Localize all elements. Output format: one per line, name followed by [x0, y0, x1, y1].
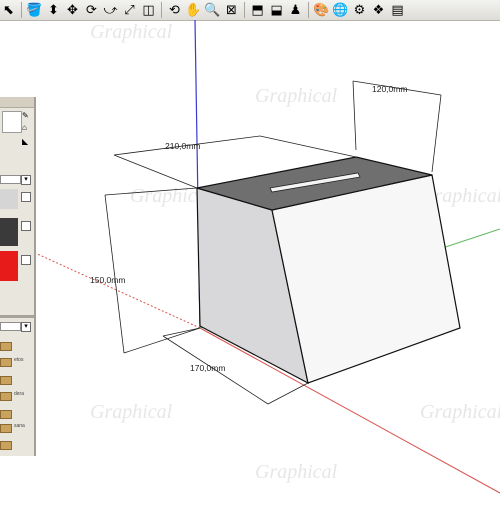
collection-dropdown[interactable]	[0, 322, 21, 331]
dimension-label-width-top: 210,0mm	[165, 141, 200, 151]
main-toolbar: ⬉ 🪣 ⬍ ✥ ⟳ ⤻ ⤢ ◫ ⟲ ✋ 🔍 ⊠ ⬒ ⬓ ♟ 🎨 🌐 ⚙ ❖ ▤	[0, 0, 500, 21]
folder-icon	[0, 358, 12, 367]
folder-icon	[0, 424, 12, 433]
toolbar-separator	[244, 2, 245, 18]
dimension-label-height: 150,0mm	[90, 275, 125, 285]
zoom-tool[interactable]: 🔍	[204, 2, 221, 19]
box-model[interactable]	[196, 156, 461, 385]
scale-tool[interactable]: ⤢	[121, 2, 138, 19]
get-models-tool[interactable]: ⬒	[249, 2, 266, 19]
toolbar-separator	[161, 2, 162, 18]
select-tool[interactable]: ⬉	[0, 2, 17, 19]
pan-tool[interactable]: ✋	[185, 2, 202, 19]
swatch-red[interactable]	[0, 251, 18, 281]
extension-tool[interactable]: ❖	[370, 2, 387, 19]
material-folder[interactable]	[0, 408, 34, 422]
material-folder-label: etos	[14, 357, 24, 363]
material-folder[interactable]	[0, 374, 34, 388]
materials-panel[interactable]: ✎ ⌂ ◣ ▾ ▾ etos dera sana	[0, 97, 36, 456]
material-folder[interactable]: dera	[0, 390, 34, 404]
watermark-text: Graphical	[90, 401, 173, 423]
material-folder[interactable]: sana	[0, 422, 34, 436]
rotate-tool[interactable]: ⟳	[83, 2, 100, 19]
checkbox[interactable]	[21, 192, 31, 202]
checkbox[interactable]: ▾	[21, 322, 31, 332]
offset-tool[interactable]: ◫	[140, 2, 157, 19]
checkbox[interactable]: ▾	[21, 175, 31, 185]
material-folder[interactable]	[0, 340, 34, 354]
zoom-extents-tool[interactable]: ⊠	[223, 2, 240, 19]
dimension-depth-top[interactable]	[352, 80, 442, 173]
swatch-dark-gray[interactable]	[0, 218, 18, 246]
share-model-tool[interactable]: ⬓	[268, 2, 285, 19]
follow-me-tool[interactable]: ⤻	[102, 2, 119, 19]
dimension-label-depth-top: 120,0mm	[372, 84, 407, 94]
watermark-text: Graphical	[90, 21, 173, 43]
material-folder[interactable]: etos	[0, 356, 34, 370]
folder-icon	[0, 441, 12, 450]
component-tool[interactable]: ♟	[287, 2, 304, 19]
paint-bucket-icon[interactable]: ◣	[22, 137, 31, 146]
orbit-tool[interactable]: ⟲	[166, 2, 183, 19]
modeling-viewport[interactable]: Graphical Graphical Graphical Graphical …	[0, 19, 500, 500]
folder-icon	[0, 342, 12, 351]
material-folder-label: sana	[14, 423, 25, 429]
library-dropdown[interactable]	[0, 175, 21, 184]
move-tool[interactable]: ✥	[64, 2, 81, 19]
watermark-text: Graphical	[255, 461, 338, 483]
folder-icon	[0, 392, 12, 401]
dimension-height[interactable]	[104, 187, 201, 354]
swatch-light-gray[interactable]	[0, 189, 18, 209]
geo-location-tool[interactable]: 🌐	[332, 2, 349, 19]
panel-titlebar[interactable]	[0, 97, 34, 108]
settings-tool[interactable]: ⚙	[351, 2, 368, 19]
folder-icon	[0, 376, 12, 385]
toolbar-separator	[21, 2, 22, 18]
dimension-label-width-bottom: 170,0mm	[190, 363, 225, 373]
folder-icon	[0, 410, 12, 419]
checkbox[interactable]	[21, 221, 31, 231]
push-pull-tool[interactable]: ⬍	[45, 2, 62, 19]
toolbar-separator	[308, 2, 309, 18]
scene-canvas[interactable]: Graphical Graphical Graphical Graphical …	[0, 19, 500, 500]
watermark-text: Graphical	[255, 85, 338, 107]
checkbox[interactable]	[21, 255, 31, 265]
paint-bucket-tool[interactable]: 🪣	[26, 2, 43, 19]
style-tool[interactable]: 🎨	[313, 2, 330, 19]
layers-tool[interactable]: ▤	[389, 2, 406, 19]
material-preview[interactable]	[2, 111, 22, 133]
material-folder[interactable]	[0, 439, 34, 453]
panel-divider	[0, 315, 34, 318]
eyedropper-icon[interactable]: ✎	[22, 111, 31, 120]
home-icon[interactable]: ⌂	[22, 123, 31, 132]
material-folder-label: dera	[14, 391, 25, 397]
watermark-text: Graphical	[420, 401, 500, 423]
